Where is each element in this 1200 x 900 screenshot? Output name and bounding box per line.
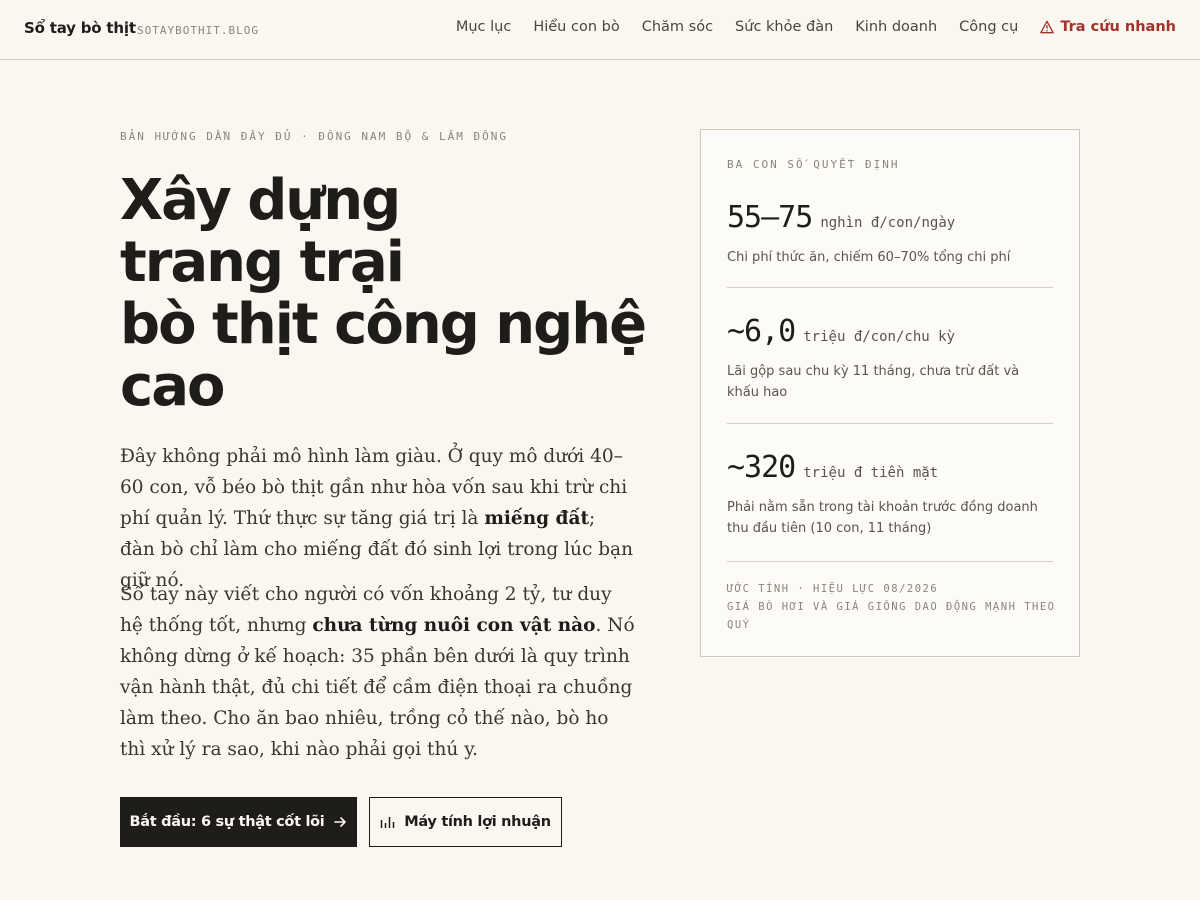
title-line: Xây dựng: [120, 168, 401, 233]
stat-value: ~6,0: [727, 314, 796, 349]
stat-unit: triệu đ tiền mặt: [803, 465, 939, 481]
start-core-facts-button[interactable]: Bắt đầu: 6 sự thật cốt lõi: [120, 797, 357, 847]
footnote-line: ƯỚC TÍNH · HIỆU LỰC 08/2026: [727, 583, 939, 595]
nav-item-cong-cu[interactable]: Công cụ: [959, 19, 1018, 35]
nav-item-suc-khoe-dan[interactable]: Sức khỏe đàn: [735, 19, 833, 35]
divider: [727, 287, 1053, 288]
profit-calculator-button[interactable]: Máy tính lợi nhuận: [369, 797, 562, 847]
stat-gross-profit: ~6,0 triệu đ/con/chu kỳ Lãi gộp sau chu …: [727, 314, 1053, 403]
arrow-right-icon: [334, 817, 347, 827]
stat-feed-cost: 55–75 nghìn đ/con/ngày Chi phí thức ăn, …: [727, 200, 1053, 268]
quick-lookup-label: Tra cứu nhanh: [1060, 19, 1176, 35]
start-button-label: Bắt đầu: 6 sự thật cốt lõi: [129, 814, 325, 830]
calculator-button-label: Máy tính lợi nhuận: [404, 814, 551, 830]
main-nav: Mục lục Hiểu con bò Chăm sóc Sức khỏe đà…: [456, 19, 1176, 35]
divider: [727, 561, 1053, 562]
title-line: cao: [120, 354, 225, 419]
stat-description: Lãi gộp sau chu kỳ 11 tháng, chưa trừ đấ…: [727, 364, 1020, 400]
intro-paragraph-2: Sổ tay này viết cho người có vốn khoảng …: [120, 579, 635, 765]
bar-chart-icon: [381, 816, 395, 828]
key-figures-card: BA CON SỐ QUYẾT ĐỊNH 55–75 nghìn đ/con/n…: [700, 129, 1080, 657]
stat-description: Phải nằm sẵn trong tài khoản trước đồng …: [727, 500, 1038, 536]
stat-unit: triệu đ/con/chu kỳ: [803, 329, 955, 345]
card-footnote: ƯỚC TÍNH · HIỆU LỰC 08/2026 GIÁ BÒ HƠI V…: [727, 580, 1057, 634]
brand-logo-link[interactable]: Sổ tay bò thịt: [24, 19, 136, 37]
title-line: trang trại: [120, 230, 405, 295]
title-line: bò thịt công nghệ: [120, 292, 647, 357]
nav-item-kinh-doanh[interactable]: Kinh doanh: [855, 19, 937, 35]
intro-paragraph-1: Đây không phải mô hình làm giàu. Ở quy m…: [120, 441, 635, 596]
nav-item-cham-soc[interactable]: Chăm sóc: [642, 19, 713, 35]
intro-text: . Nó không dừng ở kế hoạch: 35 phần bên …: [120, 615, 635, 760]
stat-unit: nghìn đ/con/ngày: [820, 215, 956, 231]
stat-value: 55–75: [727, 200, 813, 235]
hero-eyebrow: BẢN HƯỚNG DẪN ĐẦY ĐỦ · ĐÔNG NAM BỘ & LÂM…: [120, 130, 509, 143]
divider: [727, 423, 1053, 424]
page-title: Xây dựng trang trại bò thịt công nghệ ca…: [120, 170, 680, 418]
top-navigation-bar: Sổ tay bò thịt SOTAYBOTHIT.BLOG Mục lục …: [0, 0, 1200, 60]
intro-emphasis: miếng đất: [484, 508, 589, 529]
nav-item-muc-luc[interactable]: Mục lục: [456, 19, 511, 35]
stat-description: Chi phí thức ăn, chiếm 60–70% tổng chi p…: [727, 250, 1011, 265]
stat-value: ~320: [727, 450, 796, 485]
stat-cash-required: ~320 triệu đ tiền mặt Phải nằm sẵn trong…: [727, 450, 1053, 539]
intro-emphasis: chưa từng nuôi con vật nào: [312, 615, 596, 636]
quick-lookup-link[interactable]: Tra cứu nhanh: [1040, 19, 1176, 35]
card-label: BA CON SỐ QUYẾT ĐỊNH: [727, 158, 900, 171]
site-domain: SOTAYBOTHIT.BLOG: [137, 24, 259, 37]
footnote-line: GIÁ BÒ HƠI VÀ GIÁ GIỐNG DAO ĐỘNG MẠNH TH…: [727, 601, 1056, 631]
nav-item-hieu-con-bo[interactable]: Hiểu con bò: [533, 19, 619, 35]
warning-icon: [1040, 20, 1055, 34]
